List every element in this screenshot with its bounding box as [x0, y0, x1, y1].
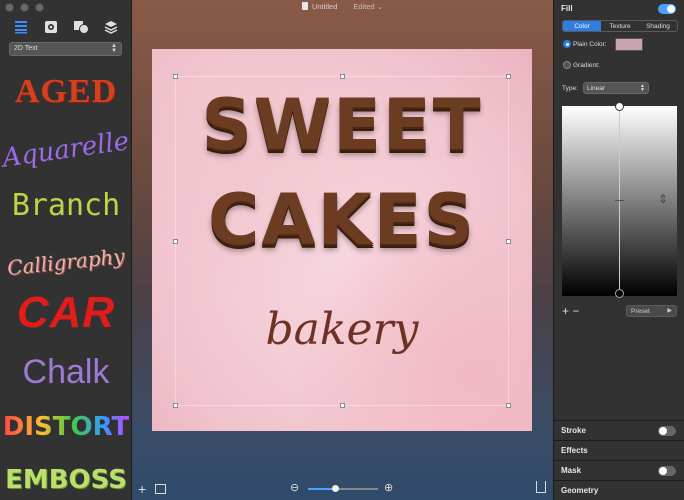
style-aged-label: AGED [14, 73, 118, 110]
gradient-radio[interactable] [563, 61, 571, 69]
artboard[interactable]: SWEET CAKES bakery [152, 49, 532, 431]
style-calligraphy-label: Calligraphy [6, 243, 126, 281]
mode-select[interactable]: 2D Text ▲ ▼ [9, 42, 122, 56]
subtitle-bakery[interactable]: bakery [152, 304, 532, 355]
zoom-slider-fill [308, 488, 335, 490]
style-branch[interactable]: Branch [0, 175, 132, 235]
style-car-label: CAR [16, 288, 116, 337]
layers-icon [104, 21, 118, 34]
style-aquarelle-label: Aquarelle [0, 126, 132, 174]
mode-select-value: 2D Text [14, 45, 38, 52]
fill-type-tabs: Color Texture Shading [562, 20, 678, 32]
vertical-drag-icon[interactable]: ⇕ [658, 192, 668, 206]
gradient-stop-controls: + − [562, 304, 579, 318]
shapes-tab[interactable] [71, 18, 91, 36]
tab-shading[interactable]: Shading [639, 21, 677, 31]
section-effects-label: Effects [561, 446, 588, 455]
stroke-toggle[interactable] [658, 426, 676, 436]
close-window-button[interactable] [5, 3, 14, 12]
section-geometry[interactable]: Geometry [554, 480, 684, 500]
window-controls [5, 3, 44, 12]
preset-label: Preset [631, 308, 650, 315]
zoom-in-icon[interactable]: ⊕ [384, 481, 393, 494]
style-aged[interactable]: AGED [0, 62, 132, 122]
plain-color-swatch[interactable] [615, 38, 643, 51]
resize-handle-tr[interactable] [506, 74, 511, 79]
style-branch-label: Branch [11, 187, 121, 223]
inspector-panel: Fill Color Texture Shading Plain Color: … [553, 0, 684, 500]
plain-color-radio[interactable] [563, 40, 571, 48]
section-stroke-label: Stroke [561, 426, 586, 435]
gradient-label: Gradient: [573, 62, 600, 69]
document-title: Untitled [311, 1, 338, 11]
select-arrows-icon: ▲ ▼ [111, 43, 117, 54]
gradient-stop-top[interactable] [615, 102, 624, 111]
grid-toggle-button[interactable] [155, 484, 166, 494]
style-chalk-label: Chalk [22, 352, 110, 391]
shapes-icon [74, 21, 89, 34]
gradient-type-select[interactable]: Linear ▲ ▼ [583, 82, 649, 94]
headline-cakes[interactable]: CAKES [152, 179, 532, 261]
fill-toggle-knob [667, 5, 675, 13]
gradient-midpoint[interactable] [615, 200, 624, 201]
resize-handle-br[interactable] [506, 403, 511, 408]
section-effects[interactable]: Effects [554, 440, 684, 460]
minimize-window-button[interactable] [20, 3, 29, 12]
tab-color[interactable]: Color [563, 21, 601, 31]
styles-list: AGED Aquarelle Branch Calligraphy CAR Ch… [0, 60, 132, 500]
gear-icon [45, 21, 57, 33]
document-icon [301, 2, 308, 10]
mask-toggle[interactable] [658, 466, 676, 476]
title-bar: Untitled Edited ⌄ [132, 0, 553, 12]
list-icon [15, 21, 27, 34]
resize-handle-tc[interactable] [340, 74, 345, 79]
canvas-toolbar: + ⊖ ⊕ [132, 478, 553, 500]
headline-sweet[interactable]: SWEET [152, 84, 532, 166]
type-label: Type: [562, 85, 578, 92]
play-icon: ▶ [667, 308, 672, 314]
gradient-type-value: Linear [587, 85, 606, 92]
resize-handle-bl[interactable] [173, 403, 178, 408]
settings-tab[interactable] [41, 18, 61, 36]
preset-button[interactable]: Preset ▶ [626, 305, 677, 317]
style-distort-label: DISTORT [2, 412, 130, 442]
remove-stop-button[interactable]: − [572, 304, 579, 318]
style-emboss-label: EMBOSS [5, 465, 127, 495]
zoom-out-icon[interactable]: ⊖ [290, 481, 299, 494]
zoom-window-button[interactable] [35, 3, 44, 12]
sidebar-tabs [0, 16, 132, 38]
gradient-stop-bottom[interactable] [615, 289, 624, 298]
fill-header: Fill [561, 4, 573, 13]
style-chalk[interactable]: Chalk [0, 342, 132, 402]
zoom-slider[interactable] [308, 485, 378, 492]
edited-status[interactable]: Edited ⌄ [353, 2, 383, 11]
canvas-area: Untitled Edited ⌄ SWEET CAKES bakery + ⊖… [132, 0, 553, 500]
styles-sidebar: 2D Text ▲ ▼ AGED Aquarelle Branch Calligr… [0, 0, 132, 500]
resize-handle-tl[interactable] [173, 74, 178, 79]
section-mask[interactable]: Mask [554, 460, 684, 480]
style-car[interactable]: CAR [0, 283, 132, 343]
style-distort[interactable]: DISTORT [0, 397, 132, 457]
zoom-slider-knob[interactable] [331, 485, 339, 492]
gradient-editor[interactable]: ⇕ [562, 102, 677, 298]
section-stroke[interactable]: Stroke [554, 420, 684, 440]
style-emboss[interactable]: EMBOSS [0, 450, 132, 500]
fill-toggle[interactable] [658, 4, 676, 14]
style-aquarelle[interactable]: Aquarelle [0, 120, 132, 180]
stroke-toggle-knob [659, 427, 667, 435]
select-arrows-icon: ▲ ▼ [640, 83, 645, 93]
resize-handle-bc[interactable] [340, 403, 345, 408]
plain-color-label: Plain Color: [573, 41, 607, 48]
section-geometry-label: Geometry [561, 486, 599, 495]
layers-tab[interactable] [101, 18, 121, 36]
add-layer-button[interactable]: + [138, 481, 146, 497]
tab-texture[interactable]: Texture [601, 21, 639, 31]
section-mask-label: Mask [561, 466, 582, 475]
add-stop-button[interactable]: + [562, 304, 569, 318]
mask-toggle-knob [659, 467, 667, 475]
share-icon[interactable] [536, 481, 546, 493]
text-styles-tab[interactable] [11, 18, 31, 36]
